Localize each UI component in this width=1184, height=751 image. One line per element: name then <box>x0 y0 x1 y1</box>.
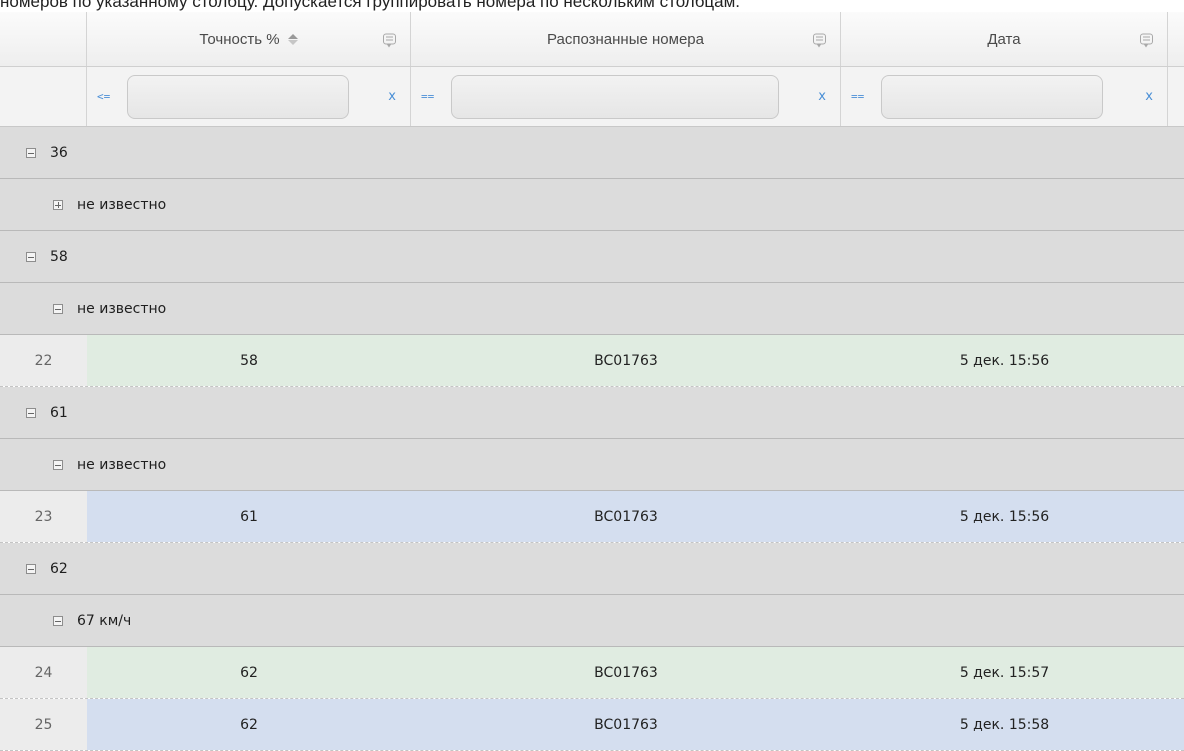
grid-header: Точность % Распознанные номера Дата <box>0 12 1184 67</box>
filter-operator[interactable]: == <box>411 90 451 103</box>
collapse-icon[interactable] <box>26 251 36 262</box>
group-row[interactable]: не известно <box>0 179 1184 231</box>
collapse-icon[interactable] <box>26 563 36 574</box>
row-spacer <box>1168 491 1184 542</box>
clear-filter-button[interactable]: x <box>818 89 826 104</box>
date-cell: 5 дек. 15:58 <box>841 699 1168 750</box>
filter-row: <= x == x == x <box>0 67 1184 127</box>
filter-plate: == x <box>411 67 841 126</box>
group-label: 36 <box>50 144 68 161</box>
plate-cell: BC01763 <box>411 335 841 386</box>
header-plate-label: Распознанные номера <box>547 30 704 48</box>
date-cell: 5 дек. 15:57 <box>841 647 1168 698</box>
collapse-icon[interactable] <box>53 459 63 470</box>
filter-rownum <box>0 67 87 126</box>
header-plate[interactable]: Распознанные номера <box>411 12 841 66</box>
header-accuracy[interactable]: Точность % <box>87 12 411 66</box>
header-accuracy-label: Точность % <box>199 30 280 48</box>
table-row[interactable]: 22 58 BC01763 5 дек. 15:56 <box>0 335 1184 387</box>
row-number: 25 <box>0 699 87 750</box>
collapse-icon[interactable] <box>53 303 63 314</box>
data-grid: Точность % Распознанные номера Дата <= x… <box>0 12 1184 751</box>
group-label: 67 км/ч <box>77 612 132 629</box>
column-menu-icon[interactable] <box>1140 33 1153 48</box>
group-row[interactable]: не известно <box>0 283 1184 335</box>
accuracy-cell: 62 <box>87 647 411 698</box>
row-spacer <box>1168 647 1184 698</box>
group-row[interactable]: 58 <box>0 231 1184 283</box>
group-row[interactable]: 67 км/ч <box>0 595 1184 647</box>
collapse-icon[interactable] <box>26 147 36 158</box>
column-menu-icon[interactable] <box>813 33 826 48</box>
accuracy-filter-input[interactable] <box>127 74 349 119</box>
row-number: 22 <box>0 335 87 386</box>
group-row[interactable]: 36 <box>0 127 1184 179</box>
group-label: 61 <box>50 404 68 421</box>
group-row[interactable]: не известно <box>0 439 1184 491</box>
page-caption: номеров по указанному столбцу. Допускает… <box>0 0 741 11</box>
row-spacer <box>1168 699 1184 750</box>
plate-cell: BC01763 <box>411 647 841 698</box>
header-date-label: Дата <box>987 30 1021 48</box>
plate-filter-input[interactable] <box>451 74 779 119</box>
clear-filter-button[interactable]: x <box>1145 89 1153 104</box>
date-cell: 5 дек. 15:56 <box>841 491 1168 542</box>
plate-cell: BC01763 <box>411 491 841 542</box>
header-date[interactable]: Дата <box>841 12 1168 66</box>
header-spacer <box>1168 12 1184 66</box>
filter-spacer <box>1168 67 1184 126</box>
group-row[interactable]: 62 <box>0 543 1184 595</box>
row-spacer <box>1168 335 1184 386</box>
table-row[interactable]: 23 61 BC01763 5 дек. 15:56 <box>0 491 1184 543</box>
filter-operator[interactable]: <= <box>87 90 127 103</box>
plate-cell: BC01763 <box>411 699 841 750</box>
filter-accuracy: <= x <box>87 67 411 126</box>
group-row[interactable]: 61 <box>0 387 1184 439</box>
group-label: 58 <box>50 248 68 265</box>
group-label: не известно <box>77 300 167 317</box>
clear-filter-button[interactable]: x <box>388 89 396 104</box>
accuracy-cell: 58 <box>87 335 411 386</box>
accuracy-cell: 61 <box>87 491 411 542</box>
row-number: 23 <box>0 491 87 542</box>
collapse-icon[interactable] <box>26 407 36 418</box>
header-rownum <box>0 12 87 66</box>
group-label: не известно <box>77 196 167 213</box>
column-menu-icon[interactable] <box>383 33 396 48</box>
collapse-icon[interactable] <box>53 615 63 626</box>
group-label: не известно <box>77 456 167 473</box>
table-row[interactable]: 25 62 BC01763 5 дек. 15:58 <box>0 699 1184 751</box>
row-number: 24 <box>0 647 87 698</box>
filter-operator[interactable]: == <box>841 90 881 103</box>
date-cell: 5 дек. 15:56 <box>841 335 1168 386</box>
expand-icon[interactable] <box>53 199 63 210</box>
filter-date: == x <box>841 67 1168 126</box>
accuracy-cell: 62 <box>87 699 411 750</box>
date-filter-input[interactable] <box>881 74 1103 119</box>
table-row[interactable]: 24 62 BC01763 5 дек. 15:57 <box>0 647 1184 699</box>
sort-asc-icon[interactable] <box>287 33 298 45</box>
grid-body: 36 не известно 58 не известно 22 58 BC01763 5 д… <box>0 127 1184 751</box>
group-label: 62 <box>50 560 68 577</box>
